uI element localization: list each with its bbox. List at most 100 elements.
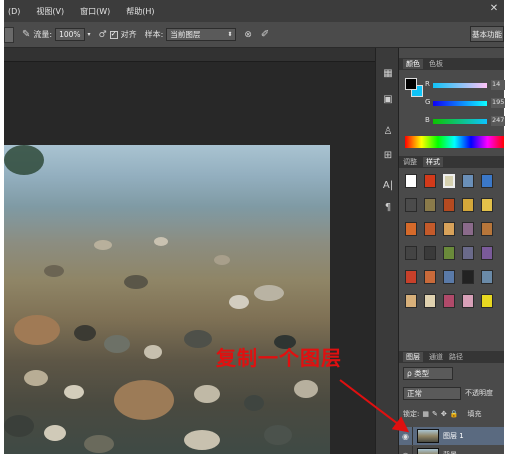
tab-adjustments[interactable]: 调整 bbox=[403, 157, 417, 167]
workspace-button[interactable]: 基本功能 bbox=[470, 26, 504, 42]
lock-row: 锁定: ▦ ✎ ✥ 🔒 填充 bbox=[399, 408, 504, 420]
blend-row: 正常 不透明度 bbox=[399, 386, 504, 400]
menu-item-d[interactable]: (D) bbox=[8, 7, 20, 16]
document-tab-strip bbox=[4, 48, 375, 62]
airbrush-mode-icon[interactable]: ♂ bbox=[99, 30, 107, 40]
layer-row[interactable]: ◉ 背景 bbox=[399, 446, 504, 454]
style-swatch[interactable] bbox=[443, 222, 455, 236]
close-icon[interactable]: ✕ bbox=[486, 3, 502, 17]
menu-item-view[interactable]: 视图(V) bbox=[36, 6, 64, 17]
tab-channels[interactable]: 通道 bbox=[429, 352, 443, 362]
layers-panel-tabs: 图层 通道 路径 bbox=[399, 351, 504, 363]
eye-icon[interactable]: ◉ bbox=[399, 446, 413, 454]
paragraph-icon[interactable]: ¶ bbox=[380, 200, 396, 216]
style-swatch[interactable] bbox=[443, 294, 455, 308]
blue-label: B bbox=[425, 116, 430, 124]
tab-color[interactable]: 颜色 bbox=[403, 59, 423, 69]
style-swatch[interactable] bbox=[443, 198, 455, 212]
color-spectrum[interactable] bbox=[405, 136, 504, 148]
style-swatch[interactable] bbox=[443, 174, 455, 188]
green-label: G bbox=[425, 98, 431, 106]
style-swatch[interactable] bbox=[424, 294, 436, 308]
flow-label: 流量: bbox=[33, 30, 53, 39]
blue-slider[interactable]: B 247 bbox=[425, 116, 505, 128]
brush-presets-icon[interactable]: ♙ bbox=[380, 124, 396, 140]
style-swatch[interactable] bbox=[443, 246, 455, 260]
history-icon[interactable]: ▦ bbox=[380, 66, 396, 82]
style-swatch[interactable] bbox=[405, 222, 417, 236]
eye-icon[interactable]: ◉ bbox=[399, 427, 413, 445]
tab-layers[interactable]: 图层 bbox=[403, 352, 423, 362]
style-swatch[interactable] bbox=[481, 270, 493, 284]
style-swatch[interactable] bbox=[462, 198, 474, 212]
sample-select[interactable]: 当前图层 ⬍ bbox=[166, 28, 237, 41]
ignore-adjustment-icon[interactable]: ⊗ bbox=[244, 30, 252, 40]
align-label: 对齐 bbox=[120, 30, 137, 39]
lock-image-icon[interactable]: ✎ bbox=[432, 410, 438, 418]
style-swatch[interactable] bbox=[405, 246, 417, 260]
style-swatch[interactable] bbox=[481, 174, 493, 188]
canvas-photo[interactable] bbox=[4, 145, 330, 454]
flow-dropdown-icon[interactable]: ▾ bbox=[88, 31, 91, 38]
layer-name[interactable]: 图层 1 bbox=[443, 431, 464, 441]
style-swatch[interactable] bbox=[481, 198, 493, 212]
pressure-icon[interactable]: ✐ bbox=[261, 29, 269, 40]
style-swatch[interactable] bbox=[462, 294, 474, 308]
flow-value[interactable]: 100% bbox=[55, 28, 85, 41]
red-gradient[interactable] bbox=[433, 83, 487, 88]
style-swatch[interactable] bbox=[424, 246, 436, 260]
layer-filter-select[interactable]: ρ 类型 bbox=[403, 366, 453, 380]
tab-styles[interactable]: 样式 bbox=[423, 157, 443, 167]
color-panel-tabs: 颜色 色板 bbox=[399, 58, 504, 70]
fill-label: 填充 bbox=[467, 410, 482, 418]
sample-value: 当前图层 bbox=[170, 30, 201, 39]
style-swatch[interactable] bbox=[462, 246, 474, 260]
blue-value[interactable]: 247 bbox=[491, 116, 505, 126]
red-label: R bbox=[425, 80, 430, 88]
style-swatch[interactable] bbox=[405, 294, 417, 308]
chevron-updown-icon: ⬍ bbox=[227, 31, 233, 38]
green-slider[interactable]: G 195 bbox=[425, 98, 505, 110]
style-swatch[interactable] bbox=[424, 198, 436, 212]
style-swatch[interactable] bbox=[481, 294, 493, 308]
style-swatch[interactable] bbox=[424, 270, 436, 284]
style-swatch[interactable] bbox=[424, 174, 436, 188]
airbrush-icon[interactable]: ✎ bbox=[22, 29, 30, 40]
green-value[interactable]: 195 bbox=[491, 98, 505, 108]
foreground-color-swatch[interactable] bbox=[405, 78, 417, 90]
tab-swatches[interactable]: 色板 bbox=[429, 59, 443, 69]
blend-mode-select[interactable]: 正常 bbox=[403, 386, 461, 400]
styles-panel-tabs: 调整 样式 bbox=[399, 156, 504, 168]
style-swatch[interactable] bbox=[405, 198, 417, 212]
style-swatch[interactable] bbox=[481, 222, 493, 236]
style-swatch[interactable] bbox=[424, 222, 436, 236]
actions-icon[interactable]: ▣ bbox=[380, 92, 396, 108]
clone-source-icon[interactable]: ⊞ bbox=[380, 148, 396, 164]
menu-item-window[interactable]: 窗口(W) bbox=[80, 6, 110, 17]
extra-tools: ⊗ ✐ bbox=[244, 29, 269, 40]
lock-transparent-icon[interactable]: ▦ bbox=[422, 410, 429, 418]
character-icon[interactable]: A| bbox=[380, 178, 396, 194]
menu-item-help[interactable]: 帮助(H) bbox=[126, 6, 154, 17]
green-gradient[interactable] bbox=[433, 101, 487, 106]
tool-preset-icon[interactable] bbox=[4, 26, 14, 43]
style-swatch[interactable] bbox=[481, 246, 493, 260]
style-swatch[interactable] bbox=[462, 222, 474, 236]
layer-name[interactable]: 背景 bbox=[443, 450, 457, 454]
style-swatch[interactable] bbox=[405, 174, 417, 188]
style-swatch[interactable] bbox=[462, 270, 474, 284]
style-swatch[interactable] bbox=[443, 270, 455, 284]
align-checkbox[interactable]: ✓ bbox=[109, 30, 118, 39]
canvas-area[interactable] bbox=[4, 48, 375, 454]
red-slider[interactable]: R 14 bbox=[425, 80, 505, 92]
lock-position-icon[interactable]: ✥ bbox=[441, 410, 447, 418]
right-panels: 颜色 色板 R 14 G 195 B 247 调整 样式 图层 通道 路径 ρ … bbox=[399, 48, 505, 454]
panel-dock-strip: ▦ ▣ ♙ ⊞ A| ¶ bbox=[375, 48, 399, 454]
layer-row-selected[interactable]: ◉ 图层 1 bbox=[399, 427, 504, 445]
style-swatch[interactable] bbox=[405, 270, 417, 284]
style-swatch[interactable] bbox=[462, 174, 474, 188]
blue-gradient[interactable] bbox=[433, 119, 487, 124]
tab-paths[interactable]: 路径 bbox=[449, 352, 463, 362]
lock-all-icon[interactable]: 🔒 bbox=[450, 410, 459, 418]
red-value[interactable]: 14 bbox=[491, 80, 505, 90]
